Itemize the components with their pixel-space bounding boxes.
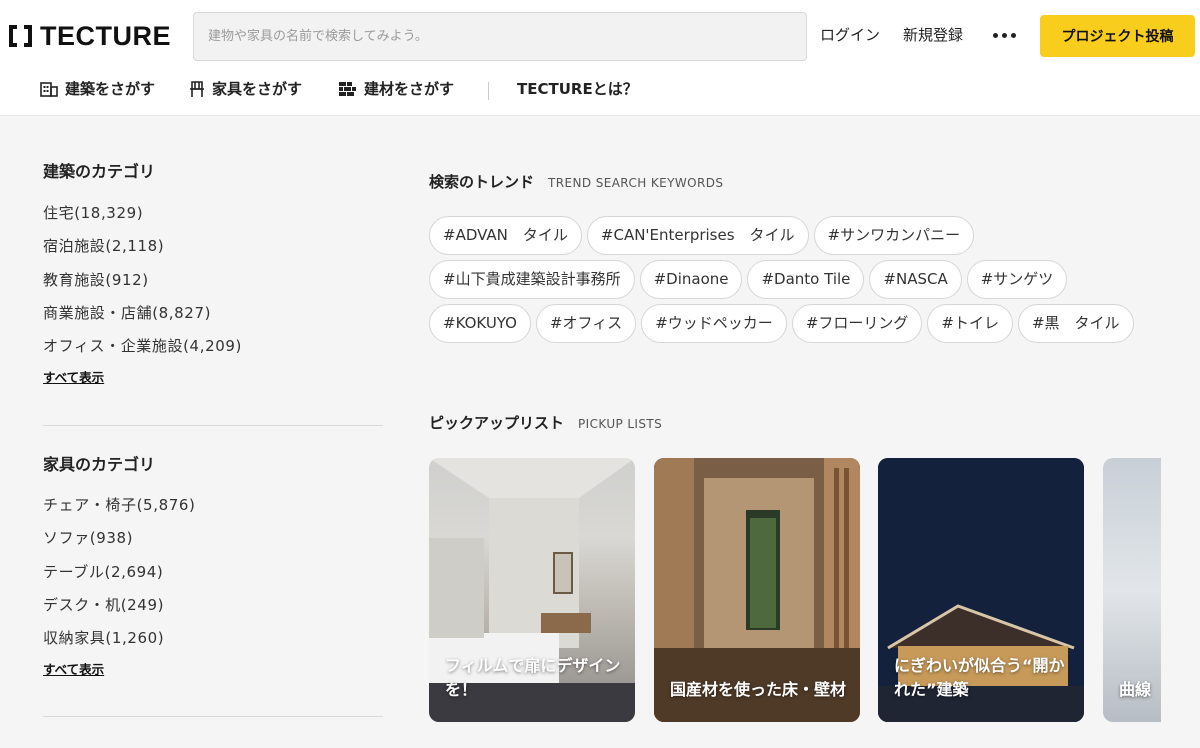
category-item[interactable]: 宿泊施設(2,118) [43,236,383,269]
pickup-card[interactable]: 曲線 [1103,458,1161,722]
bricks-icon [339,81,356,96]
sidebar-divider [43,425,383,426]
nav-search-furniture[interactable]: 家具をさがす [189,78,302,99]
trend-tag[interactable]: #サンワカンパニー [813,216,975,255]
show-all-furniture-link[interactable]: すべて表示 [43,659,383,678]
category-item[interactable]: テーブル(2,694) [43,562,383,595]
category-item[interactable]: 収納家具(1,260) [43,628,383,661]
trend-tag-list: #ADVAN タイル #CAN'Enterprises タイル #サンワカンパニ… [429,216,1169,343]
more-horizontal-icon[interactable] [993,33,1016,38]
trend-tag[interactable]: #Danto Tile [747,260,865,299]
site-header: TECTURE ログイン 新規登録 プロジェクト投稿 建築をさがす 家具をさがす [0,0,1200,116]
trend-tag[interactable]: #フローリング [791,304,923,343]
pickup-card-carousel: フィルムで扉にデザインを！ 国産材を使った床・壁材 にぎわいが似合う“開かれた”… [429,458,1161,722]
pickup-card-title: 国産材を使った床・壁材 [670,680,847,699]
trend-tag[interactable]: #Dinaone [639,260,743,299]
architecture-categories-title: 建築のカテゴリ [43,162,156,181]
trend-section-header: 検索のトレンド TREND SEARCH KEYWORDS [429,171,723,192]
pickup-card-title: 曲線 [1119,680,1152,699]
pickup-subtitle: PICKUP LISTS [578,417,663,431]
category-item[interactable]: チェア・椅子(5,876) [43,495,383,528]
login-link[interactable]: ログイン [820,24,880,46]
building-icon [40,82,58,97]
chair-icon [190,80,204,97]
trend-tag[interactable]: #ADVAN タイル [429,216,582,255]
nav-label: 建築をさがす [65,80,156,98]
pickup-section-header: ピックアップリスト PICKUP LISTS [429,412,662,433]
logo-text: TECTURE [40,21,171,51]
trend-tag[interactable]: #ウッドペッカー [641,304,787,343]
trend-tag[interactable]: #NASCA [869,260,962,299]
nav-search-architecture[interactable]: 建築をさがす [40,78,155,99]
nav-label: 建材をさがす [364,80,455,98]
trend-tag[interactable]: #KOKUYO [429,304,531,343]
category-item[interactable]: 住宅(18,329) [43,203,383,236]
show-all-architecture-link[interactable]: すべて表示 [43,367,383,386]
category-item[interactable]: 教育施設(912) [43,270,383,303]
search-input[interactable] [193,12,807,61]
furniture-categories: 家具のカテゴリ チェア・椅子(5,876) ソファ(938) テーブル(2,69… [43,453,383,678]
category-item[interactable]: デスク・机(249) [43,595,383,628]
trend-tag[interactable]: #サンゲツ [966,260,1068,299]
pickup-card[interactable]: 国産材を使った床・壁材 [654,458,860,722]
trend-tag[interactable]: #トイレ [927,304,1013,343]
bracket-logo-icon [9,25,32,47]
trend-tag[interactable]: #CAN'Enterprises タイル [586,216,809,255]
nav-divider [488,82,489,100]
architecture-category-list: 住宅(18,329) 宿泊施設(2,118) 教育施設(912) 商業施設・店舗… [43,203,383,369]
trend-tag[interactable]: #山下貴成建築設計事務所 [429,260,635,299]
category-item[interactable]: 商業施設・店舗(8,827) [43,303,383,336]
pickup-card[interactable]: にぎわいが似合う“開かれた”建築 [878,458,1084,722]
trend-subtitle: TREND SEARCH KEYWORDS [548,176,724,190]
sidebar-divider [43,716,383,717]
furniture-category-list: チェア・椅子(5,876) ソファ(938) テーブル(2,694) デスク・机… [43,495,383,661]
pickup-title: ピックアップリスト [429,414,565,432]
architecture-categories: 建築のカテゴリ 住宅(18,329) 宿泊施設(2,118) 教育施設(912)… [43,160,383,386]
category-item[interactable]: オフィス・企業施設(4,209) [43,336,383,369]
tecture-logo[interactable]: TECTURE [9,22,171,50]
pickup-card-title: にぎわいが似合う“開かれた”建築 [894,656,1065,699]
sub-navigation: 建築をさがす 家具をさがす 建材をさがす TECTUREとは？ [0,78,1200,104]
trend-tag[interactable]: #黒 タイル [1017,304,1134,343]
nav-label: 家具をさがす [212,80,303,98]
signup-link[interactable]: 新規登録 [903,24,963,46]
category-item[interactable]: ソファ(938) [43,528,383,561]
furniture-categories-title: 家具のカテゴリ [43,455,156,474]
pickup-card[interactable]: フィルムで扉にデザインを！ [429,458,635,722]
nav-about-tecture[interactable]: TECTUREとは？ [517,78,638,99]
trend-tag[interactable]: #オフィス [535,304,637,343]
trend-title: 検索のトレンド [429,173,535,191]
post-project-button[interactable]: プロジェクト投稿 [1040,15,1195,57]
pickup-card-title: フィルムで扉にデザインを！ [445,656,621,699]
nav-search-materials[interactable]: 建材をさがす [338,78,454,99]
